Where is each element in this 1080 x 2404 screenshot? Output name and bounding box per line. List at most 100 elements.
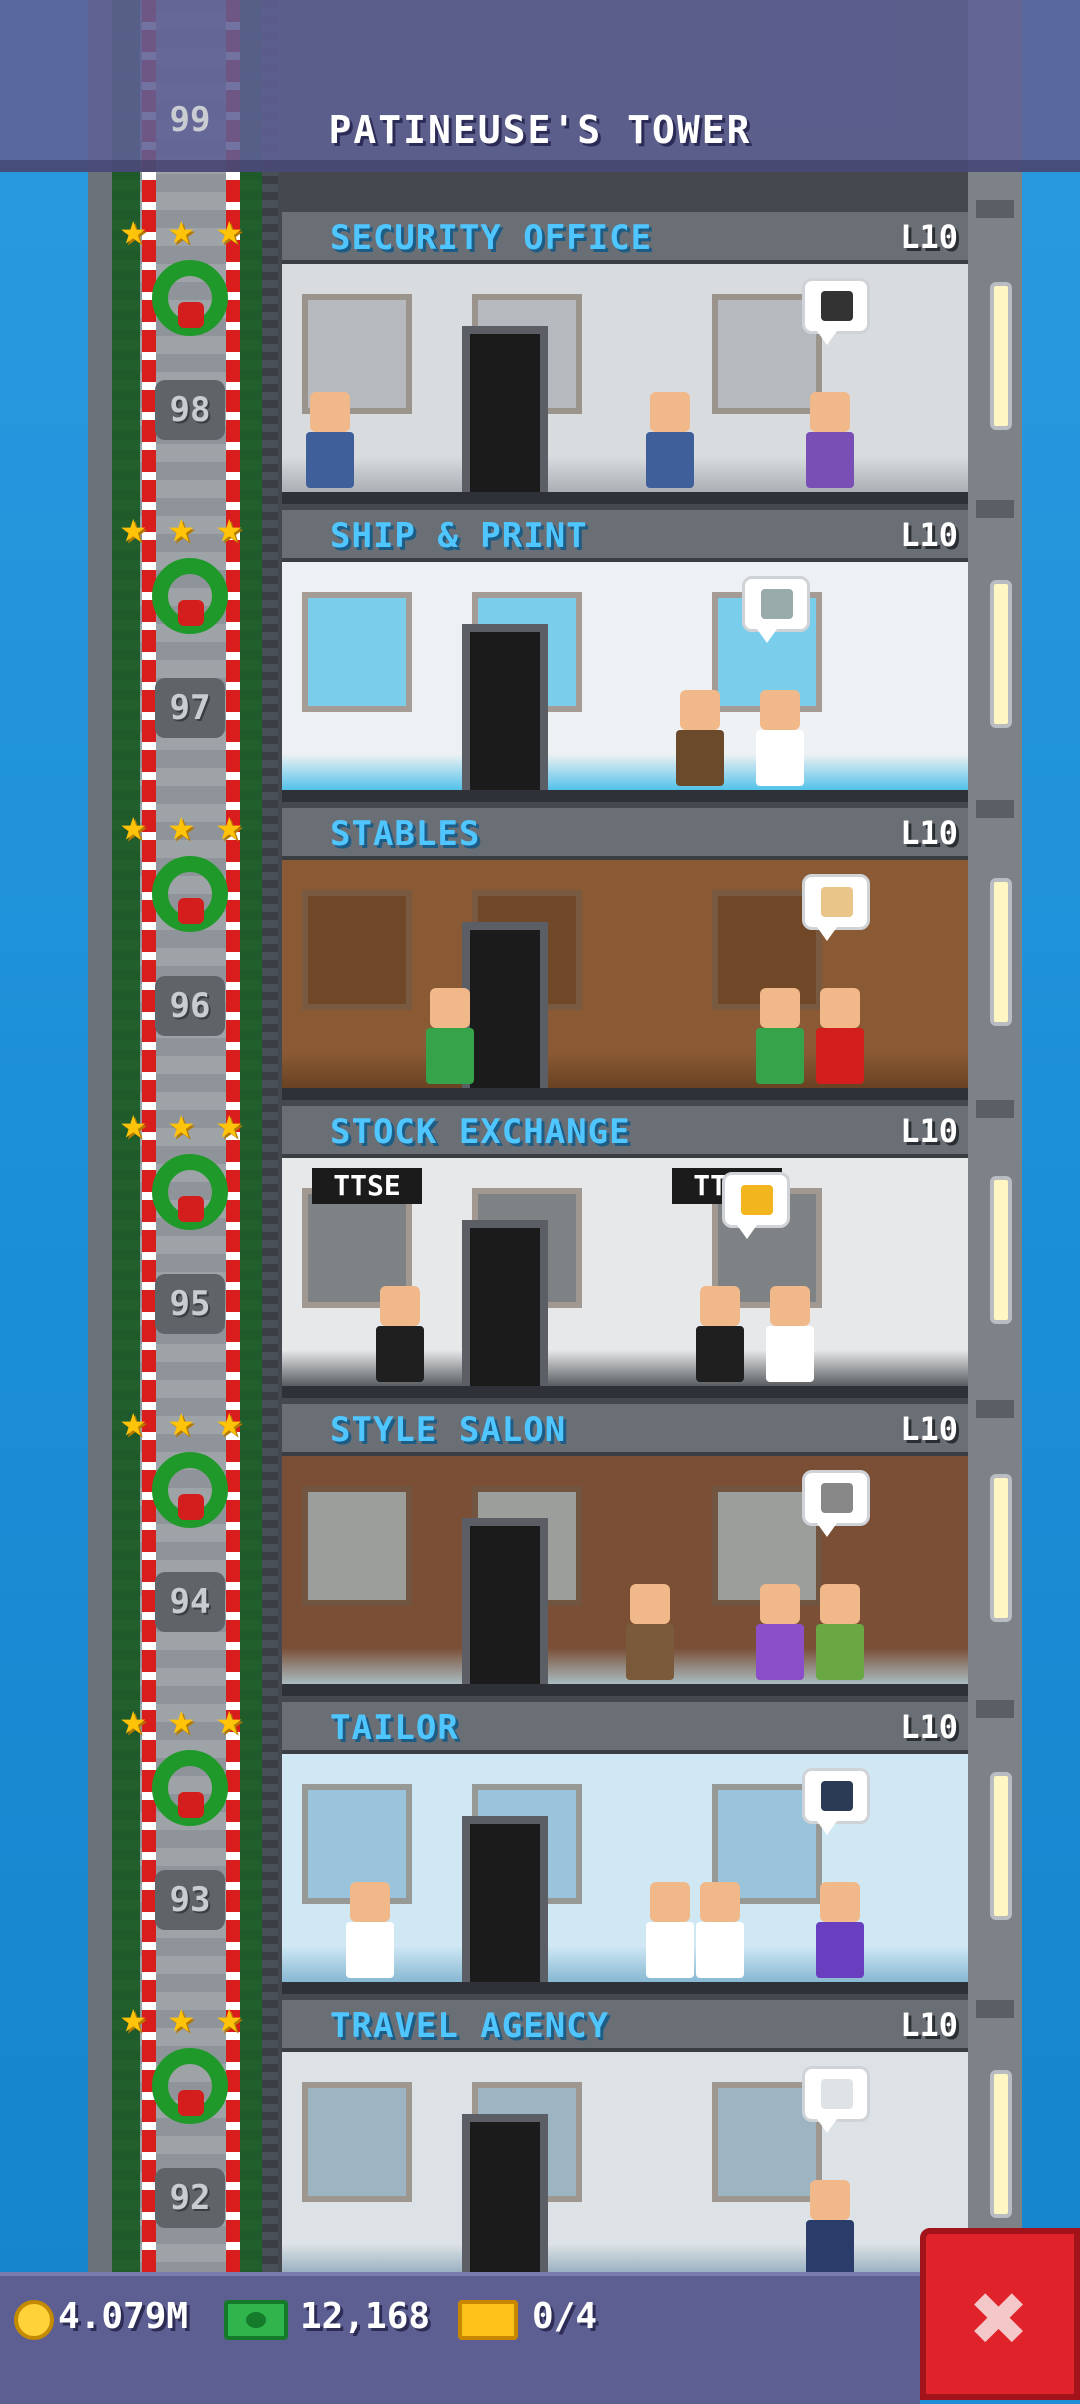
- coins-count: 4.079M: [58, 2296, 189, 2337]
- bitizen[interactable]: [812, 1882, 868, 1982]
- customer-request-bubble[interactable]: [802, 2066, 870, 2133]
- tickets-count: 0/4: [532, 2296, 598, 2337]
- ttse-sign: TTSE: [312, 1168, 422, 1204]
- customer-request-bubble[interactable]: [802, 1768, 870, 1835]
- bitizen[interactable]: [372, 1286, 428, 1386]
- floor-room-interior[interactable]: [282, 264, 968, 504]
- floor-label-bar: TRAVEL AGENCY L10: [282, 2000, 968, 2052]
- floor-label-bar: STYLE SALON L10: [282, 1404, 968, 1456]
- floor-room-interior[interactable]: [282, 562, 968, 802]
- floor-name: TRAVEL AGENCY: [330, 2006, 610, 2046]
- bitizen[interactable]: [692, 1286, 748, 1386]
- floor-number: 95: [155, 1274, 225, 1334]
- hay-bale-icon: [821, 887, 853, 917]
- floor-room-interior[interactable]: [282, 860, 968, 1100]
- floor-door: [462, 326, 548, 502]
- floor-number: 93: [155, 1870, 225, 1930]
- wreath-icon: [140, 242, 240, 342]
- floor-number: 94: [155, 1572, 225, 1632]
- floor-label-bar: STABLES L10: [282, 808, 968, 860]
- bux-count: 12,168: [300, 2296, 431, 2337]
- bux-icon: [224, 2300, 288, 2340]
- close-button[interactable]: ✖: [920, 2228, 1080, 2400]
- bitizen[interactable]: [642, 1882, 698, 1982]
- floor-name: SHIP & PRINT: [330, 516, 588, 556]
- wreath-icon: [140, 838, 240, 938]
- floor-ground: [282, 1386, 968, 1398]
- floor-level: L10: [900, 814, 958, 852]
- bitizen[interactable]: [642, 392, 698, 492]
- bitizen[interactable]: [812, 988, 868, 1088]
- bitizen[interactable]: [762, 1286, 818, 1386]
- bitizen[interactable]: [622, 1584, 678, 1684]
- floor-ground: [282, 1982, 968, 1994]
- floor-door: [462, 624, 548, 800]
- bitizen[interactable]: [342, 1882, 398, 1982]
- floor-room-interior[interactable]: [282, 1754, 968, 1994]
- floor[interactable]: SHIP & PRINT L10: [282, 510, 968, 808]
- airplane-icon: [821, 2079, 853, 2109]
- floor[interactable]: STYLE SALON L10: [282, 1404, 968, 1702]
- wreath-icon: [140, 1732, 240, 1832]
- floor[interactable]: TRAVEL AGENCY L10: [282, 2000, 968, 2298]
- floor-level: L10: [900, 218, 958, 256]
- header-strip: [0, 160, 1080, 172]
- bitizen[interactable]: [752, 1584, 808, 1684]
- floor-door: [462, 1220, 548, 1396]
- wreath-icon: [140, 2030, 240, 2130]
- floor-number: 98: [155, 380, 225, 440]
- pillar-lamp: [990, 1474, 1012, 1622]
- floor-label-bar: SHIP & PRINT L10: [282, 510, 968, 562]
- bitizen[interactable]: [672, 690, 728, 790]
- floor-label-bar: TAILOR L10: [282, 1702, 968, 1754]
- gold-bars-icon: [741, 1185, 773, 1215]
- floor[interactable]: STOCK EXCHANGE L10 TTSETTSE: [282, 1106, 968, 1404]
- shirt-icon: [821, 1781, 853, 1811]
- pillar-lamp: [990, 878, 1012, 1026]
- customer-request-bubble[interactable]: [802, 874, 870, 941]
- wreath-icon: [140, 1434, 240, 1534]
- floor-name: STOCK EXCHANGE: [330, 1112, 631, 1152]
- floor-room-interior[interactable]: [282, 2052, 968, 2292]
- walkie-talkie-icon: [821, 291, 853, 321]
- ticket-icon: [458, 2300, 518, 2340]
- floor-level: L10: [900, 1708, 958, 1746]
- floor-number: 97: [155, 678, 225, 738]
- floor-number: 92: [155, 2168, 225, 2228]
- close-icon: ✖: [971, 2262, 1029, 2374]
- scissors-icon: [821, 1483, 853, 1513]
- floor[interactable]: TAILOR L10: [282, 1702, 968, 2000]
- customer-request-bubble[interactable]: [802, 1470, 870, 1537]
- bitizen[interactable]: [422, 988, 478, 1088]
- floor-level: L10: [900, 2006, 958, 2044]
- bitizen[interactable]: [802, 2180, 858, 2280]
- tower-title: PATINEUSE'S TOWER: [328, 108, 752, 152]
- bitizen[interactable]: [802, 392, 858, 492]
- coin-icon: [14, 2300, 54, 2340]
- floor-name: SECURITY OFFICE: [330, 218, 653, 258]
- bitizen[interactable]: [692, 1882, 748, 1982]
- floor[interactable]: STABLES L10: [282, 808, 968, 1106]
- customer-request-bubble[interactable]: [722, 1172, 790, 1239]
- bitizen[interactable]: [302, 392, 358, 492]
- room-decor: [302, 1486, 412, 1606]
- pillar-lamp: [990, 282, 1012, 430]
- floor-level: L10: [900, 516, 958, 554]
- customer-request-bubble[interactable]: [742, 576, 810, 643]
- floor-ground: [282, 492, 968, 504]
- elevator-rail: [262, 0, 278, 2280]
- floor-name: TAILOR: [330, 1708, 459, 1748]
- floor-label-bar: SECURITY OFFICE L10: [282, 212, 968, 264]
- floor-name: STYLE SALON: [330, 1410, 567, 1450]
- bitizen[interactable]: [752, 988, 808, 1088]
- bitizen[interactable]: [812, 1584, 868, 1684]
- bitizen[interactable]: [752, 690, 808, 790]
- floor-ground: [282, 1684, 968, 1696]
- room-decor: [302, 2082, 412, 2202]
- floor[interactable]: SECURITY OFFICE L10: [282, 212, 968, 510]
- floor-name: STABLES: [330, 814, 481, 854]
- floor-room-interior[interactable]: [282, 1456, 968, 1696]
- floor-level: L10: [900, 1112, 958, 1150]
- floor-room-interior[interactable]: TTSETTSE: [282, 1158, 968, 1398]
- customer-request-bubble[interactable]: [802, 278, 870, 345]
